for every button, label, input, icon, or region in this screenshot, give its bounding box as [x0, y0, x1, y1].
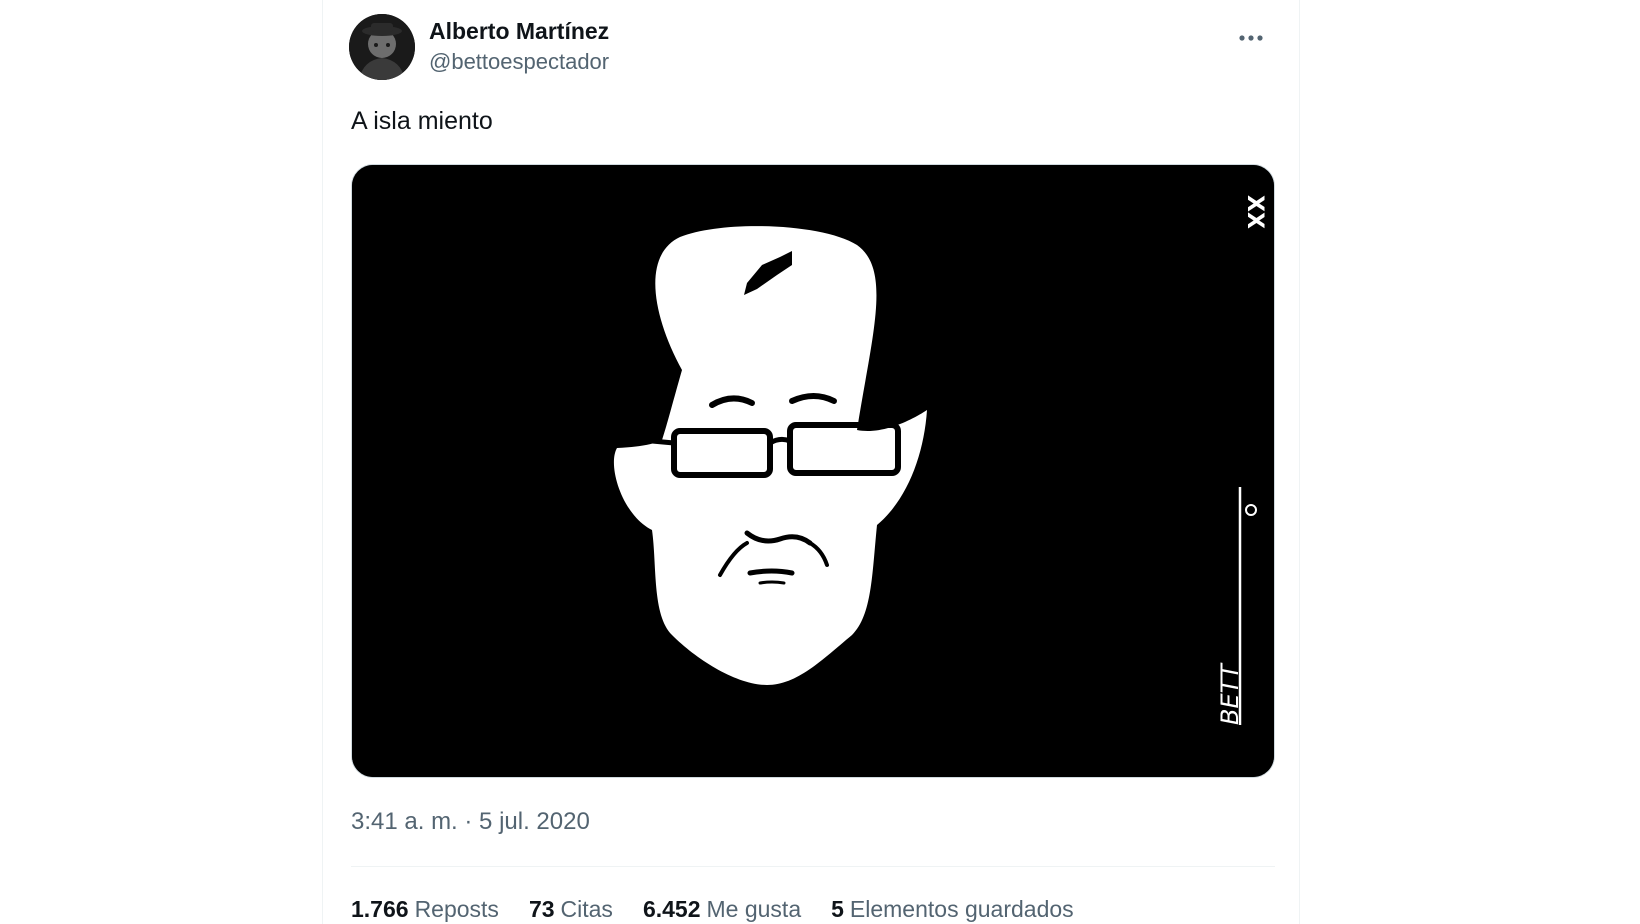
stat-label: Elementos guardados [849, 896, 1074, 922]
display-name[interactable]: Alberto Martínez [429, 16, 609, 46]
more-options-icon [1239, 35, 1263, 41]
divider [351, 866, 1275, 867]
stat-label: Citas [560, 896, 613, 922]
caricature-illustration: XX BETT [352, 165, 1274, 777]
avatar-image [349, 14, 415, 80]
mouth-line [747, 568, 795, 576]
user-handle[interactable]: @bettoespectador [429, 46, 609, 78]
stat-count: 1.766 [351, 896, 409, 922]
stat-bookmarks[interactable]: 5 Elementos guardados [831, 894, 1074, 924]
tweet-stats: 1.766 Reposts 73 Citas 6.452 Me gusta 5 … [351, 894, 1074, 924]
page: Alberto Martínez @bettoespectador A isla… [0, 0, 1640, 924]
tweet-header: Alberto Martínez @bettoespectador [349, 14, 1273, 80]
avatar[interactable] [349, 14, 415, 80]
stat-label: Reposts [414, 896, 499, 922]
corner-mark: XX [1242, 195, 1267, 229]
stat-reposts[interactable]: 1.766 Reposts [351, 894, 499, 924]
user-names: Alberto Martínez @bettoespectador [429, 16, 609, 78]
tweet-image[interactable]: XX BETT [351, 164, 1275, 778]
stat-count: 6.452 [642, 896, 701, 922]
stat-quotes[interactable]: 73 Citas [529, 894, 613, 924]
tweet-text: A isla miento [351, 107, 493, 135]
stat-count: 5 [831, 896, 844, 922]
more-options-button[interactable] [1233, 20, 1269, 56]
stat-label: Me gusta [706, 896, 802, 922]
tweet-card: Alberto Martínez @bettoespectador A isla… [322, 0, 1300, 924]
stat-likes[interactable]: 6.452 Me gusta [643, 894, 801, 924]
artist-signature: BETT [1216, 662, 1244, 725]
stat-count: 73 [528, 896, 555, 922]
chin-line [758, 580, 786, 585]
glasses-arm-left [651, 438, 675, 446]
tweet-timestamp[interactable]: 3:41 a. m. · 5 jul. 2020 [351, 806, 590, 838]
